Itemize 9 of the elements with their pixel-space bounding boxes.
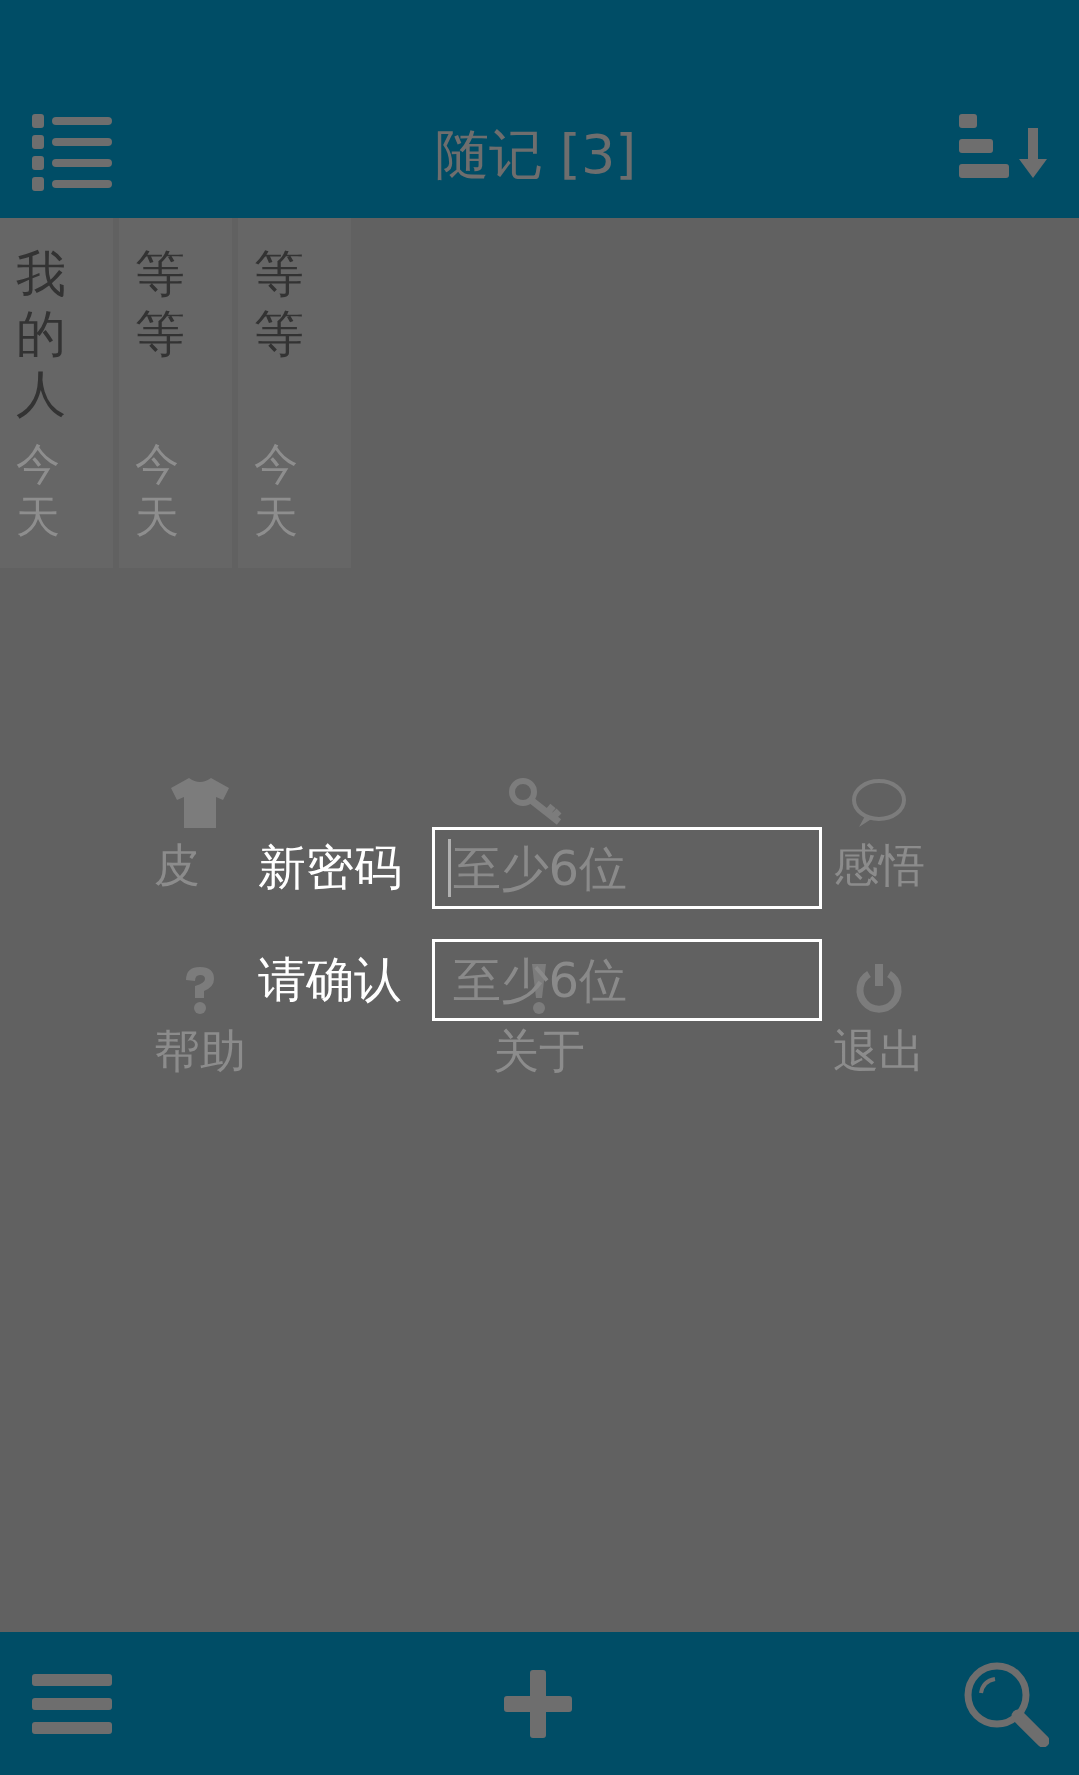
speech-bubble-icon [851, 778, 908, 828]
shirt-icon [170, 778, 229, 828]
menu-icon[interactable] [32, 1673, 112, 1734]
field-label: 新密码 [257, 838, 402, 897]
add-icon[interactable] [503, 1669, 572, 1738]
list-icon[interactable] [32, 114, 112, 192]
search-icon[interactable] [963, 1660, 1049, 1747]
app-title: 随记 [3] [434, 128, 637, 188]
field-label: 请确认 [257, 950, 402, 1009]
